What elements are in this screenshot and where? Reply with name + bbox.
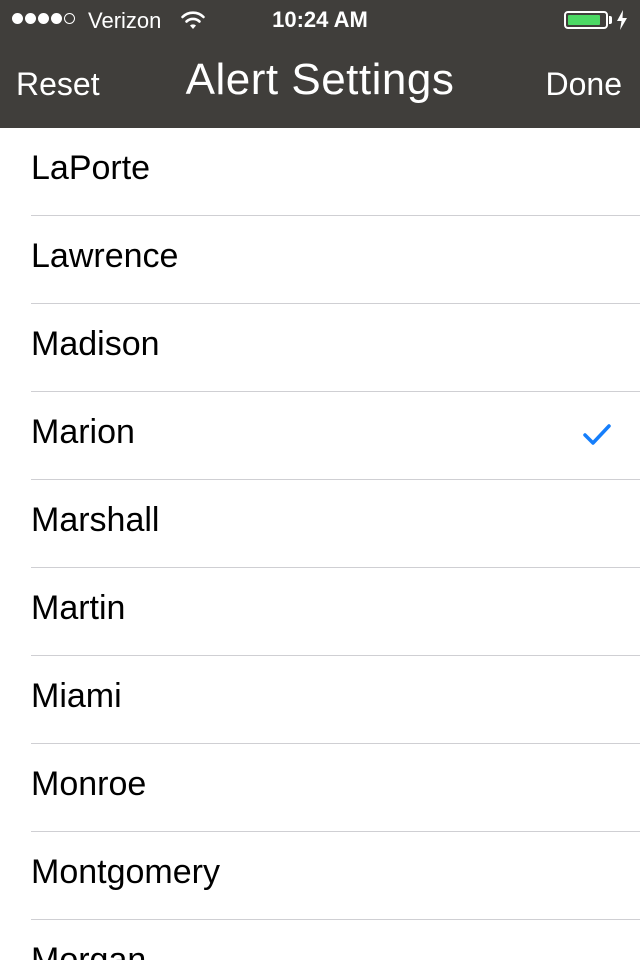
header: Verizon 10:24 AM Reset Alert Settings Do… [0, 0, 640, 128]
list-item[interactable]: Madison [0, 304, 640, 392]
list-item-label: Monroe [31, 765, 147, 803]
list-item-label: Marshall [31, 501, 160, 539]
list-item-label: Madison [31, 325, 160, 363]
battery-tip [609, 16, 612, 24]
list-item[interactable]: LaPorte [0, 128, 640, 216]
list-item-label: LaPorte [31, 149, 151, 187]
list-item-label: Montgomery [31, 853, 220, 891]
status-time: 10:24 AM [272, 7, 368, 32]
list-item-label: Marion [31, 413, 135, 451]
list-item[interactable]: Lawrence [0, 216, 640, 304]
list-item[interactable]: Montgomery [0, 832, 640, 920]
battery-level-fill [568, 15, 600, 25]
list-item[interactable]: Morgan [0, 920, 640, 960]
checkmark-icon [583, 424, 611, 445]
list-item[interactable]: Marshall [0, 480, 640, 568]
list-item[interactable]: Martin [0, 568, 640, 656]
list-item-label: Miami [31, 677, 122, 715]
charging-bolt-icon [617, 10, 627, 30]
county-list[interactable]: LaPorte Lawrence Madison Marion Marshall Mart… [0, 128, 640, 960]
list-item-label: Morgan [31, 941, 147, 960]
list-item[interactable]: Marion [0, 392, 640, 480]
list-item[interactable]: Monroe [0, 744, 640, 832]
list-item[interactable]: Miami [0, 656, 640, 744]
done-button[interactable]: Done [546, 64, 623, 104]
battery-icon [564, 11, 608, 29]
list-item-label: Lawrence [31, 237, 179, 275]
status-bar: Verizon 10:24 AM [0, 0, 640, 40]
page-title: Alert Settings [185, 55, 455, 104]
list-item-label: Martin [31, 589, 126, 627]
